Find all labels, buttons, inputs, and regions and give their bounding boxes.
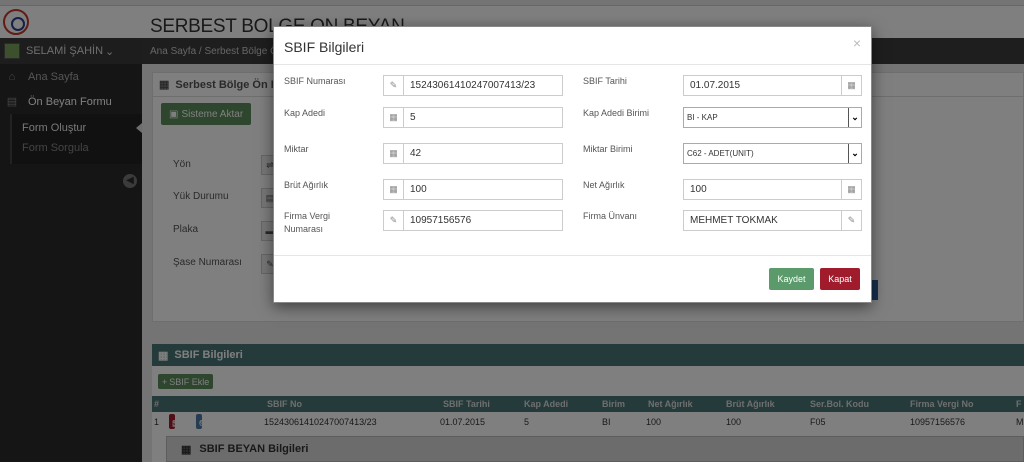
edit-icon: ✎ [841,211,861,230]
close-icon[interactable]: × [853,35,861,51]
miktar-label: Miktar [284,144,309,154]
miktar-field[interactable]: ▦ 42 [383,143,563,164]
select-value: BI - KAP [687,113,718,122]
field-value: 42 [410,148,422,159]
field-value: 100 [410,184,427,195]
brut-agirlik-field[interactable]: ▦ 100 [383,179,563,200]
label-line: Numarası [284,224,324,234]
calculator-icon: ▦ [384,180,404,199]
kap-adedi-field[interactable]: ▦ 5 [383,107,563,128]
sbif-no-field[interactable]: ✎ 15243061410247007413/23 [383,75,563,96]
sbif-no-label: SBIF Numarası [284,76,346,86]
sbif-tarihi-label: SBIF Tarihi [583,76,627,86]
miktar-birimi-select[interactable]: C62 - ADET(UNIT) ⌄ [683,143,862,164]
calculator-icon: ▦ [841,180,861,199]
sbif-tarihi-field[interactable]: 01.07.2015 ▦ [683,75,862,96]
chevron-down-icon: ⌄ [848,108,861,127]
brut-agirlik-label: Brüt Ağırlık [284,180,329,190]
edit-icon: ✎ [384,76,404,95]
calendar-icon[interactable]: ▦ [841,76,861,95]
firma-unvani-label: Firma Ünvanı [583,211,638,221]
firma-unvani-field[interactable]: MEHMET TOKMAK ✎ [683,210,862,231]
field-value: 15243061410247007413/23 [410,80,536,91]
net-agirlik-label: Net Ağırlık [583,180,625,190]
firma-vergi-label: Firma Vergi Numarası [284,210,374,236]
kap-adedi-label: Kap Adedi [284,108,326,118]
modal-header: SBIF Bilgileri × [274,27,871,65]
field-value: 100 [690,184,707,195]
field-value: MEHMET TOKMAK [690,215,778,226]
kap-adedi-birimi-select[interactable]: BI - KAP ⌄ [683,107,862,128]
label-line: Firma Vergi [284,211,331,221]
firma-vergi-field[interactable]: ✎ 10957156576 [383,210,563,231]
modal-title: SBIF Bilgileri [284,39,365,55]
chevron-down-icon: ⌄ [848,144,861,163]
sbif-modal: SBIF Bilgileri × SBIF Numarası ✎ 1524306… [273,26,872,303]
miktar-birimi-label: Miktar Birimi [583,144,633,154]
net-agirlik-field[interactable]: 100 ▦ [683,179,862,200]
kap-adedi-birimi-label: Kap Adedi Birimi [583,108,650,118]
edit-icon: ✎ [384,211,404,230]
modal-divider [274,255,871,256]
field-value: 10957156576 [410,215,472,226]
calculator-icon: ▦ [384,108,404,127]
calculator-icon: ▦ [384,144,404,163]
close-button[interactable]: Kapat [820,268,860,290]
save-button[interactable]: Kaydet [769,268,814,290]
select-value: C62 - ADET(UNIT) [687,149,754,158]
field-value: 5 [410,112,416,123]
field-value: 01.07.2015 [690,80,741,91]
